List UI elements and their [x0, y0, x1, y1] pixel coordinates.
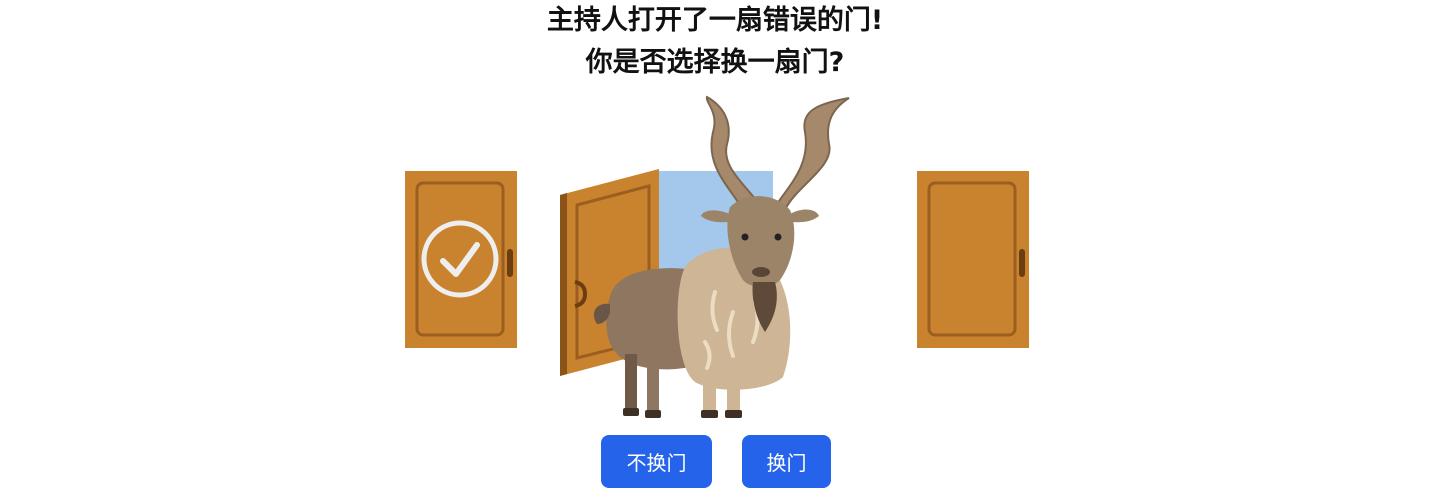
stay-button[interactable]: 不换门 [601, 435, 712, 488]
door-3-panel [917, 171, 1029, 348]
prompt-title-line-1: 主持人打开了一扇错误的门! [546, 5, 884, 36]
door-3-graphic [917, 171, 1029, 348]
door-1-handle [507, 249, 513, 277]
door-3-handle [1019, 249, 1025, 277]
switch-button[interactable]: 换门 [742, 435, 831, 488]
door-3[interactable] [917, 171, 1029, 348]
door-2[interactable] [555, 92, 875, 422]
prompt-title-line-2: 你是否选择换一扇门? [585, 47, 845, 78]
door-1-graphic [405, 171, 517, 348]
door-2-graphic [560, 95, 850, 418]
door-1[interactable] [405, 171, 517, 348]
